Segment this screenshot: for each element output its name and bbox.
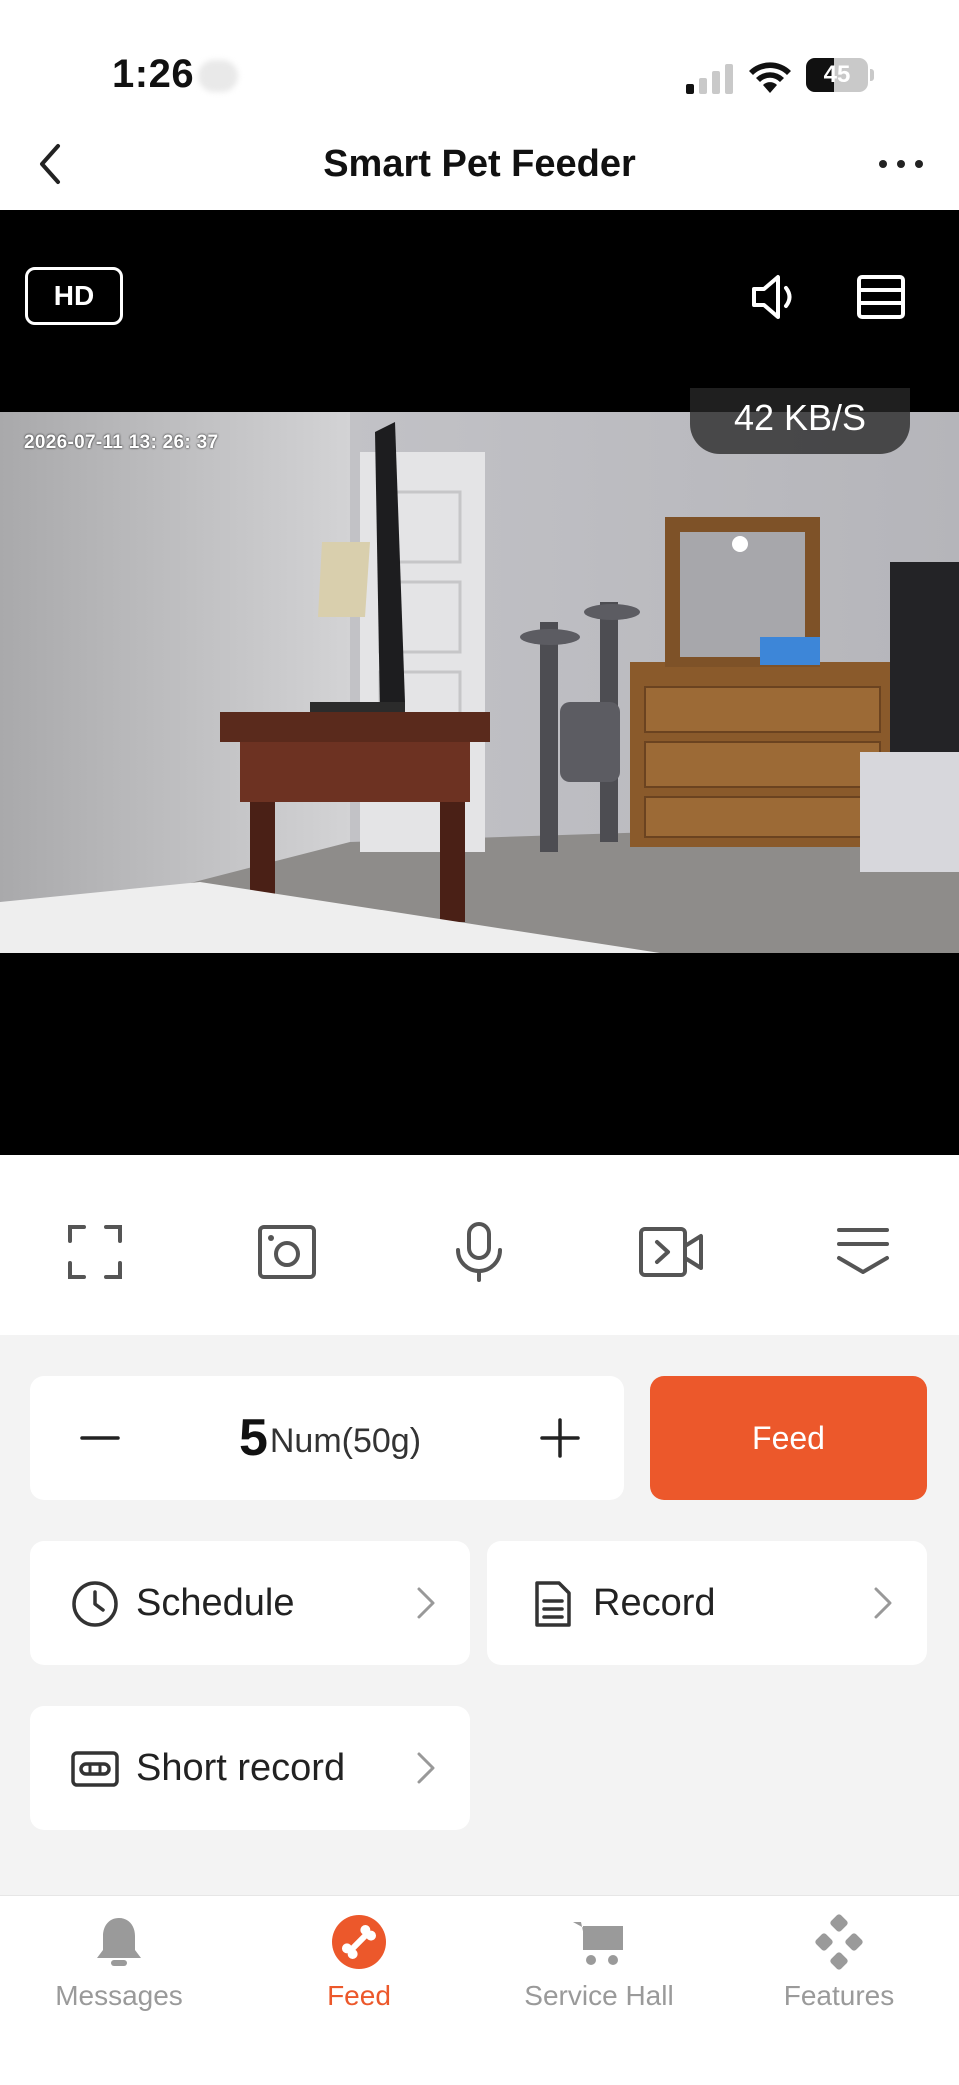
minus-icon [80, 1436, 120, 1440]
tab-service-hall[interactable]: Service Hall [499, 1914, 699, 2024]
chevron-right-icon [874, 1587, 892, 1619]
fullscreen-button[interactable] [60, 1217, 130, 1287]
microphone-button[interactable] [444, 1217, 514, 1287]
tab-features-label: Features [783, 1980, 895, 2011]
quantity-stepper: 5 Num(50g) [30, 1376, 624, 1500]
clock-icon [72, 1581, 118, 1627]
video-timestamp: 2026-07-11 13: 26: 37 [24, 432, 219, 453]
status-time: 1:26 [112, 52, 195, 96]
bell-icon [97, 1918, 141, 1966]
short-record-card[interactable]: Short record [30, 1706, 470, 1830]
quantity-unit: Num(50g) [269, 1421, 422, 1460]
schedule-card[interactable]: Schedule [30, 1541, 470, 1665]
increase-quantity-button[interactable] [530, 1408, 590, 1468]
tab-feed-label: Feed [327, 1980, 391, 2011]
bone-icon [332, 1915, 386, 1969]
chevron-right-icon [417, 1752, 435, 1784]
screenshot-icon [258, 1225, 316, 1279]
short-record-label: Short record [136, 1747, 346, 1789]
quantity-display: 5 Num(50g) [140, 1376, 520, 1500]
cart-icon [573, 1922, 623, 1965]
record-label: Record [593, 1582, 716, 1624]
tab-messages-label: Messages [55, 1980, 183, 2011]
cellular-signal-icon [686, 64, 733, 94]
video-record-icon [639, 1227, 703, 1277]
document-icon [535, 1581, 571, 1627]
wifi-icon [749, 62, 791, 93]
video-area[interactable]: HD 42 KB/S 2026-07-11 13: 26: 37 [0, 210, 959, 1155]
battery-percent: 45 [823, 61, 851, 88]
schedule-label: Schedule [136, 1582, 295, 1624]
bottom-tab-bar: Messages Feed Service Hall Features [0, 1895, 959, 2085]
tab-features[interactable]: Features [739, 1914, 939, 2024]
quantity-value: 5 [238, 1409, 268, 1467]
speaker-icon[interactable] [746, 268, 804, 326]
speed-badge: 42 KB/S [690, 388, 910, 454]
more-controls-button[interactable] [828, 1217, 898, 1287]
record-card[interactable]: Record [487, 1541, 927, 1665]
header: Smart Pet Feeder [0, 118, 959, 210]
decrease-quantity-button[interactable] [70, 1408, 130, 1468]
tape-icon [71, 1751, 119, 1787]
collapse-menu-icon [837, 1228, 889, 1274]
screenshot-button[interactable] [252, 1217, 322, 1287]
controls-row [0, 1155, 959, 1335]
camera-feed [0, 412, 959, 953]
page-title: Smart Pet Feeder [323, 143, 636, 185]
tab-service-hall-label: Service Hall [524, 1980, 674, 2011]
plus-icon [540, 1418, 580, 1458]
feeding-panel: 5 Num(50g) Feed Schedule Record Short re… [0, 1335, 959, 1895]
hd-quality-button[interactable]: HD [25, 267, 123, 325]
fullscreen-icon [68, 1225, 122, 1279]
more-options-button[interactable] [869, 134, 933, 194]
chevron-right-icon [417, 1587, 435, 1619]
status-indicator [198, 60, 238, 92]
more-icon [879, 160, 923, 168]
video-record-button[interactable] [636, 1217, 706, 1287]
layout-icon[interactable] [852, 268, 910, 326]
tab-messages[interactable]: Messages [19, 1914, 219, 2024]
battery-icon: 45 [806, 58, 874, 92]
tab-feed[interactable]: Feed [259, 1914, 459, 2024]
status-bar: 1:26 45 [0, 0, 959, 130]
microphone-icon [456, 1222, 502, 1282]
feed-button[interactable]: Feed [650, 1376, 927, 1500]
features-icon [815, 1914, 863, 1970]
